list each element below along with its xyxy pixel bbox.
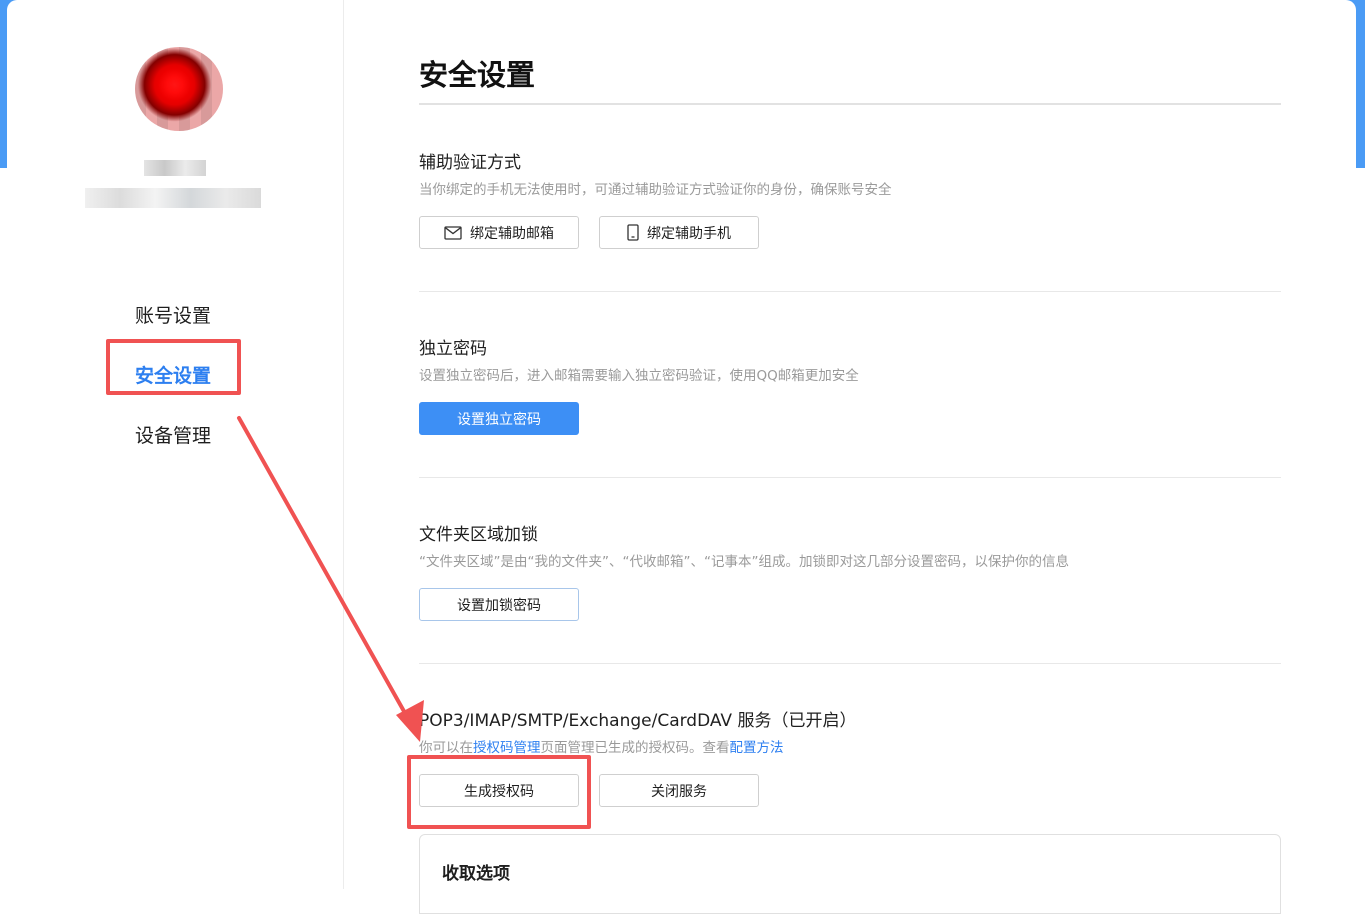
set-independent-password-button[interactable]: 设置独立密码 (419, 402, 579, 435)
independent-password-title: 独立密码 (419, 339, 487, 359)
pop3-desc-middle: 页面管理已生成的授权码。查看 (540, 740, 730, 756)
auth-code-management-link[interactable]: 授权码管理 (473, 740, 541, 756)
section-divider (419, 291, 1281, 292)
pop3-service-desc: 你可以在授权码管理页面管理已生成的授权码。查看配置方法 (419, 736, 784, 756)
fetch-options-title: 收取选项 (442, 864, 510, 884)
blurred-email (85, 188, 261, 208)
mail-icon (444, 225, 462, 240)
sidebar-item-account-settings[interactable]: 账号设置 (135, 301, 211, 328)
bind-aux-phone-button[interactable]: 绑定辅助手机 (599, 216, 759, 249)
blurred-username (144, 160, 206, 176)
sidebar: 账号设置 安全设置 设备管理 (7, 0, 344, 889)
section-divider (419, 477, 1281, 478)
folder-lock-title: 文件夹区域加锁 (419, 525, 538, 545)
sidebar-item-device-management[interactable]: 设备管理 (135, 421, 211, 448)
page-title: 安全设置 (419, 58, 536, 92)
avatar[interactable] (135, 47, 223, 131)
settings-card: 账号设置 安全设置 设备管理 安全设置 辅助验证方式 当你绑定的手机无法使用时，… (7, 0, 1356, 914)
aux-verify-desc: 当你绑定的手机无法使用时，可通过辅助验证方式验证你的身份，确保账号安全 (419, 182, 892, 198)
independent-password-desc: 设置独立密码后，进入邮箱需要输入独立密码验证，使用QQ邮箱更加安全 (419, 368, 859, 384)
pop3-service-title: POP3/IMAP/SMTP/Exchange/CardDAV 服务（已开启） (419, 711, 857, 731)
config-method-link[interactable]: 配置方法 (730, 740, 784, 756)
highlight-box-generate-button (407, 755, 591, 829)
section-divider (419, 663, 1281, 664)
folder-lock-desc: “文件夹区域”是由“我的文件夹”、“代收邮箱”、“记事本”组成。加锁即对这几部分… (419, 554, 1069, 570)
set-lock-password-button[interactable]: 设置加锁密码 (419, 588, 579, 621)
bind-aux-email-label: 绑定辅助邮箱 (470, 225, 554, 242)
bind-aux-phone-label: 绑定辅助手机 (647, 225, 731, 242)
bind-aux-email-button[interactable]: 绑定辅助邮箱 (419, 216, 579, 249)
title-divider (419, 103, 1281, 105)
aux-verify-title: 辅助验证方式 (419, 153, 521, 173)
highlight-box-security-nav (106, 339, 241, 395)
fetch-options-card: 收取选项 (419, 834, 1281, 914)
phone-icon (627, 224, 639, 241)
pop3-desc-prefix: 你可以在 (419, 740, 473, 756)
close-service-button[interactable]: 关闭服务 (599, 774, 759, 807)
